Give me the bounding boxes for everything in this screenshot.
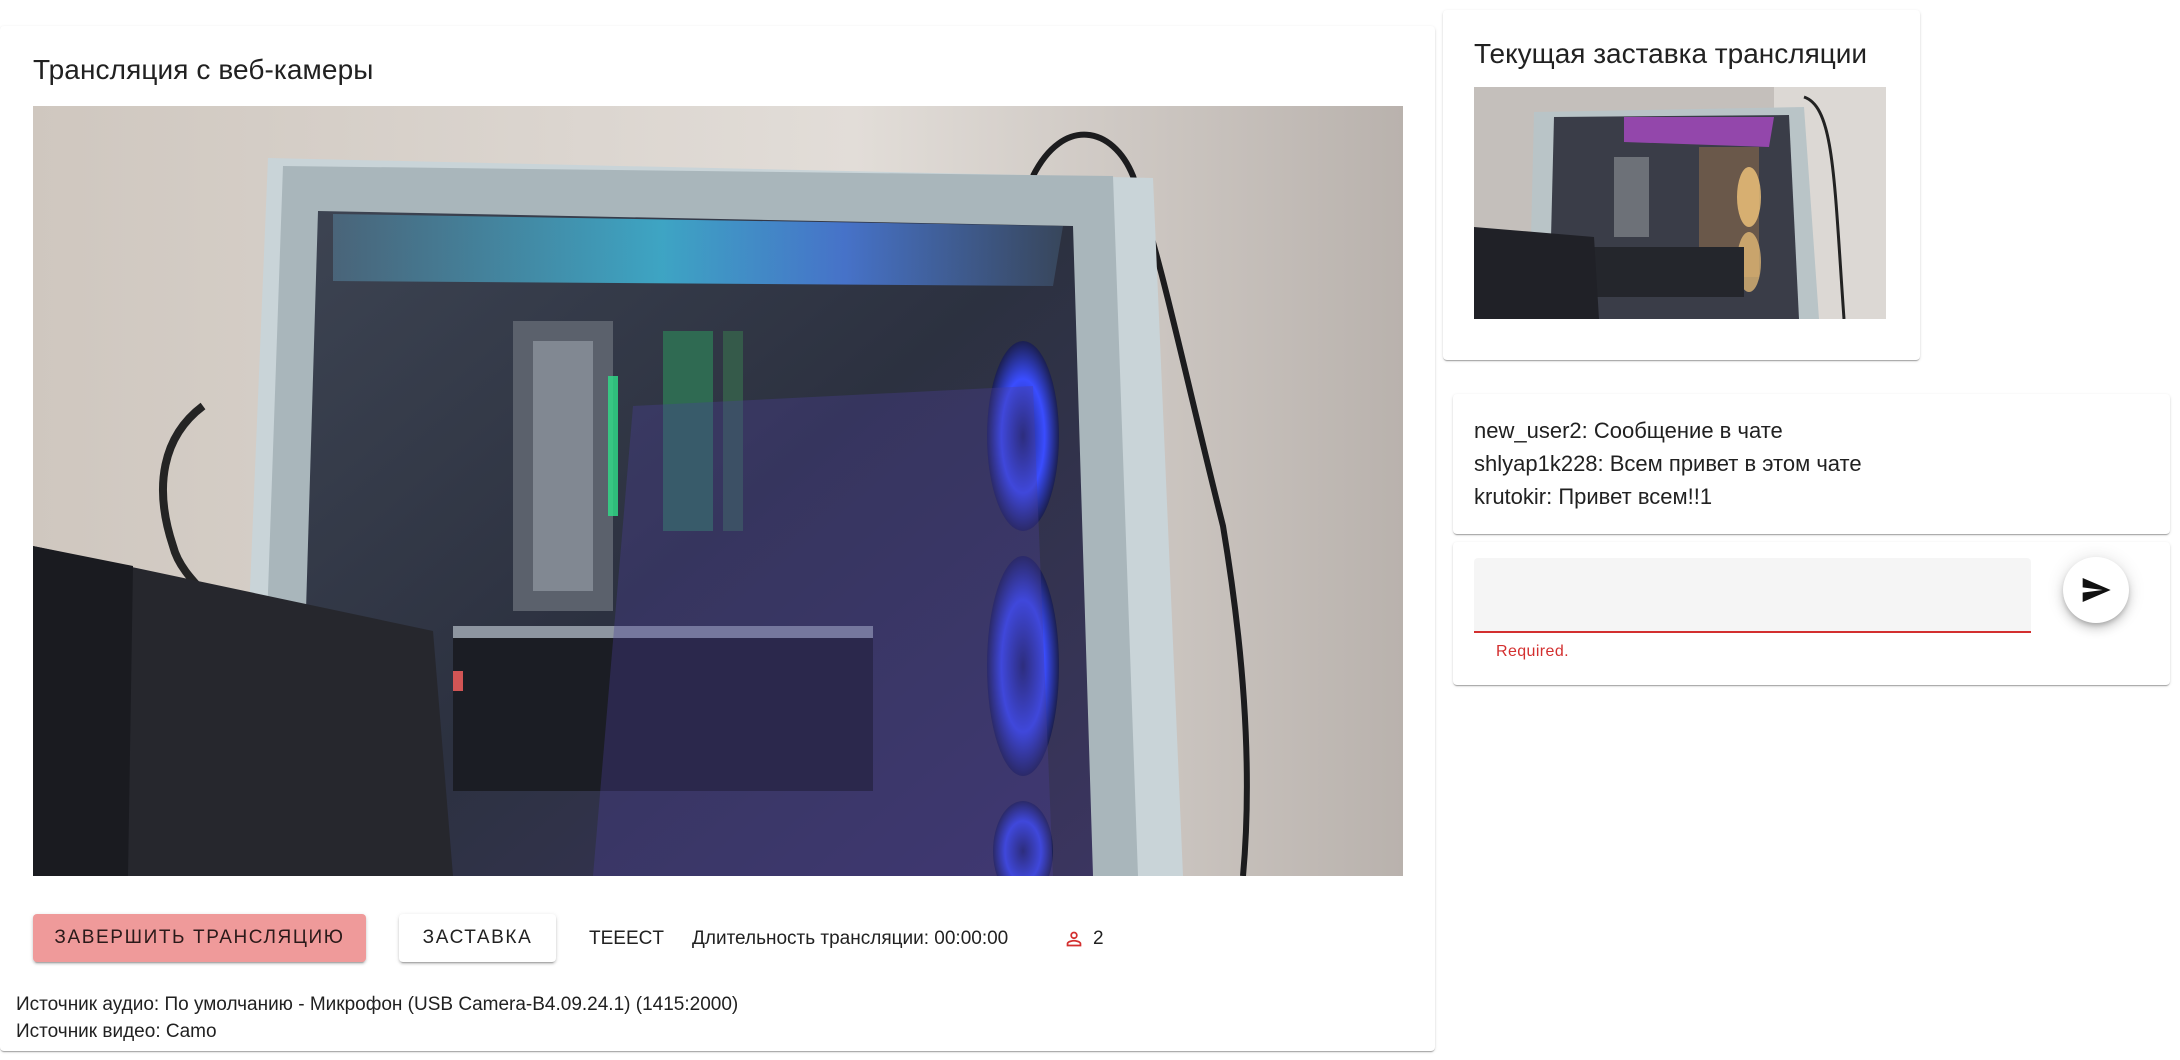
chat-input-error: Required. (1496, 643, 1569, 660)
send-button[interactable] (2063, 557, 2129, 623)
viewers-count: 2 (1093, 928, 1104, 949)
chat-message: new_user2: Сообщение в чате (1474, 418, 1783, 443)
audio-source: Источник аудио: По умолчанию - Микрофон … (16, 994, 739, 1015)
stream-name: TEEECT (589, 928, 664, 949)
splash-image (1474, 87, 1886, 319)
chat-input[interactable] (1474, 558, 2031, 631)
splash-button[interactable]: Заставка (399, 914, 556, 962)
chat-messages-card: new_user2: Сообщение в чате shlyap1k228:… (1453, 394, 2170, 534)
chat-input-card: Required. (1453, 542, 2170, 685)
person-outline-icon (1066, 931, 1082, 947)
chat-message: krutokir: Привет всем!!1 (1474, 484, 1713, 509)
stream-title: Трансляция с веб-камеры (33, 54, 374, 85)
webcam-video (33, 106, 1403, 876)
chat-input-field[interactable] (1474, 558, 2031, 633)
stream-duration: Длительность трансляции: 00:00:00 (692, 928, 1009, 949)
splash-card: Текущая заставка трансляции (1443, 10, 1920, 360)
splash-title: Текущая заставка трансляции (1474, 38, 1868, 69)
stream-card: Трансляция с веб-камеры ЗАВЕРШИТЬ ТРАНСЛ… (0, 26, 1435, 1051)
end-stream-button[interactable]: Завершить трансляцию (33, 914, 366, 962)
chat-message: shlyap1k228: Всем привет в этом чате (1474, 451, 1862, 476)
send-icon (2082, 578, 2111, 602)
viewers-counter: 2 (1063, 928, 1104, 950)
video-source: Источник видео: Camo (16, 1021, 217, 1042)
